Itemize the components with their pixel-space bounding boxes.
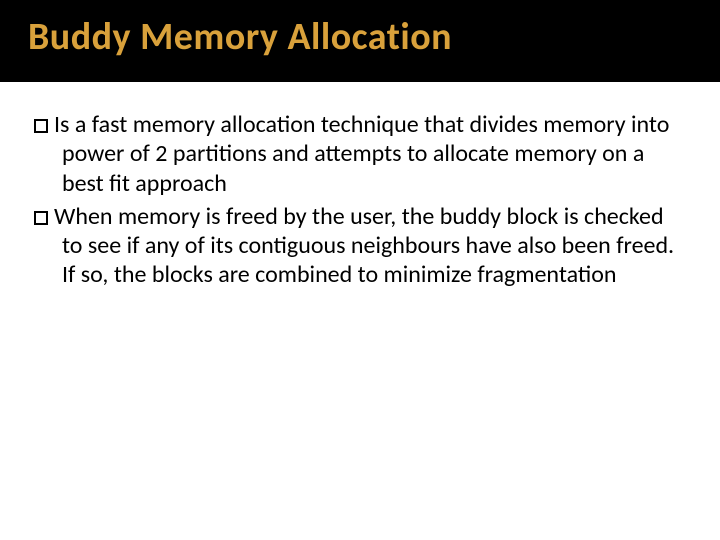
bullet-item: When memory is freed by the user, the bu… [34, 202, 686, 290]
square-bullet-icon [34, 211, 48, 225]
title-band: Buddy Memory Allocation [0, 0, 720, 82]
bullet-text: When memory is freed by the user, the bu… [54, 202, 674, 290]
content-area: Is a fast memory allocation technique th… [0, 82, 720, 290]
slide-title: Buddy Memory Allocation [28, 14, 692, 60]
bullet-text: Is a fast memory allocation technique th… [54, 110, 669, 198]
bullet-item: Is a fast memory allocation technique th… [34, 110, 686, 198]
square-bullet-icon [34, 119, 48, 133]
